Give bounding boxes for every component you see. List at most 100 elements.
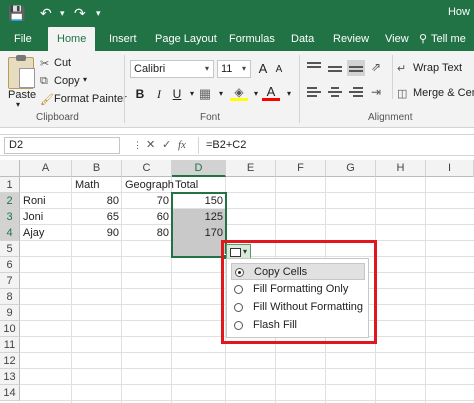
undo-dropdown-icon[interactable]: ▾ — [60, 4, 65, 22]
cell-b3[interactable]: 65 — [72, 209, 122, 225]
format-painter-button[interactable]: Format Painter — [54, 93, 127, 105]
top-align-icon[interactable] — [305, 60, 323, 76]
italic-button[interactable]: I — [150, 85, 168, 103]
save-icon[interactable]: 💾 — [8, 4, 25, 22]
cell-a3[interactable]: Joni — [20, 209, 46, 225]
align-right-icon[interactable] — [347, 85, 365, 101]
window-title: How — [447, 6, 470, 18]
formula-input[interactable]: =B2+C2 — [206, 137, 246, 154]
customize-qat-icon[interactable]: ▾ — [96, 4, 101, 22]
gridline — [20, 352, 474, 353]
copy-dropdown-icon[interactable]: ▾ — [83, 75, 87, 84]
column-header-g[interactable]: G — [326, 160, 376, 177]
cell-d1[interactable]: Total — [172, 177, 201, 193]
column-header-b[interactable]: B — [72, 160, 122, 177]
row-header-13[interactable]: 13 — [0, 369, 20, 385]
cell-c3[interactable]: 60 — [122, 209, 172, 225]
font-color-icon[interactable]: A — [262, 83, 280, 101]
font-color-dropdown-icon[interactable]: ▾ — [280, 85, 298, 103]
row-header-3[interactable]: 3 — [0, 209, 20, 225]
ribbon-divider — [124, 55, 125, 123]
tab-data[interactable]: Data — [291, 27, 314, 51]
bottom-align-icon[interactable] — [347, 60, 365, 76]
column-header-i[interactable]: I — [426, 160, 474, 177]
tab-page-layout[interactable]: Page Layout — [155, 27, 217, 51]
align-center-icon[interactable] — [326, 85, 344, 101]
tab-file[interactable]: File — [14, 27, 32, 51]
name-box[interactable]: D2 — [4, 137, 120, 154]
cell-a4[interactable]: Ajay — [20, 225, 47, 241]
copy-icon[interactable]: ⧉ — [40, 75, 48, 88]
font-size-select[interactable]: 11 ▾ — [217, 60, 251, 78]
gridline — [425, 177, 426, 403]
tab-insert[interactable]: Insert — [109, 27, 137, 51]
tab-formulas[interactable]: Formulas — [229, 27, 275, 51]
row-header-11[interactable]: 11 — [0, 337, 20, 353]
undo-icon[interactable]: ↶ — [40, 4, 52, 22]
cut-icon[interactable]: ✂ — [40, 57, 49, 70]
tab-tell-me[interactable]: Tell me — [431, 27, 466, 51]
shrink-font-icon[interactable]: A — [270, 61, 288, 79]
alignment-group-label: Alignment — [368, 112, 413, 123]
formula-bar: D2 ⋮ ✕ ✓ fx =B2+C2 — [0, 134, 474, 156]
font-group-label: Font — [200, 112, 221, 123]
merge-center-button[interactable]: Merge & Cent — [413, 87, 474, 99]
merge-center-icon[interactable]: ◫ — [397, 87, 407, 100]
column-header-c[interactable]: C — [122, 160, 172, 177]
wrap-text-icon[interactable]: ↵ — [397, 62, 406, 75]
cancel-icon[interactable]: ✕ — [146, 137, 155, 154]
row-header-10[interactable]: 10 — [0, 321, 20, 337]
column-header-f[interactable]: F — [276, 160, 326, 177]
font-name-select[interactable]: Calibri ▾ — [130, 60, 214, 78]
tab-home[interactable]: Home — [48, 27, 96, 51]
row-header-4[interactable]: 4 — [0, 225, 20, 241]
cell-c1[interactable]: Geograph — [122, 177, 177, 193]
format-painter-icon[interactable]: 🖌 — [40, 93, 54, 106]
cell-b1[interactable]: Math — [72, 177, 102, 193]
row-header-8[interactable]: 8 — [0, 289, 20, 305]
row-header-12[interactable]: 12 — [0, 353, 20, 369]
cell-a2[interactable]: Roni — [20, 193, 49, 209]
chevron-down-icon: ▾ — [241, 64, 246, 73]
row-header-7[interactable]: 7 — [0, 273, 20, 289]
row-header-5[interactable]: 5 — [0, 241, 20, 257]
gridline — [20, 400, 474, 401]
tab-view[interactable]: View — [385, 27, 409, 51]
indent-icon[interactable]: ⇥ — [371, 85, 381, 99]
column-header-d[interactable]: D — [172, 160, 226, 177]
tab-review[interactable]: Review — [333, 27, 369, 51]
orientation-icon[interactable]: ⇗ — [371, 60, 381, 74]
cell-c2[interactable]: 70 — [122, 193, 172, 209]
row-header-14[interactable]: 14 — [0, 385, 20, 401]
enter-icon[interactable]: ✓ — [162, 137, 171, 154]
cut-button[interactable]: Cut — [54, 57, 71, 69]
column-header-a[interactable]: A — [20, 160, 72, 177]
title-bar: 💾 ↶ ▾ ↷ ▾ How — [0, 0, 474, 27]
column-header-h[interactable]: H — [376, 160, 426, 177]
redo-icon[interactable]: ↷ — [74, 4, 86, 22]
fill-color-icon[interactable]: ◈ — [230, 83, 248, 101]
tell-me-icon[interactable]: ⚲ — [419, 27, 427, 51]
column-header-e[interactable]: E — [226, 160, 276, 177]
paste-icon[interactable] — [8, 55, 35, 89]
row-header-6[interactable]: 6 — [0, 257, 20, 273]
ribbon-tabs: File Home Insert Page Layout Formulas Da… — [0, 27, 474, 51]
insert-function-icon[interactable]: fx — [178, 137, 186, 154]
wrap-text-button[interactable]: Wrap Text — [413, 62, 462, 74]
cell-b2[interactable]: 80 — [72, 193, 122, 209]
row-header-1[interactable]: 1 — [0, 177, 20, 193]
middle-align-icon[interactable] — [326, 60, 344, 76]
bold-button[interactable]: B — [131, 85, 149, 103]
chevron-down-icon: ▾ — [204, 64, 209, 73]
cell-b4[interactable]: 90 — [72, 225, 122, 241]
copy-button[interactable]: Copy — [54, 75, 80, 87]
row-header-9[interactable]: 9 — [0, 305, 20, 321]
select-all-corner[interactable] — [0, 160, 20, 177]
align-left-icon[interactable] — [305, 85, 323, 101]
gridline — [20, 368, 474, 369]
row-header-2[interactable]: 2 — [0, 193, 20, 209]
borders-dropdown-icon[interactable]: ▾ — [212, 85, 230, 103]
cell-c4[interactable]: 80 — [122, 225, 172, 241]
paste-dropdown-icon[interactable]: ▾ — [16, 100, 20, 109]
paste-button[interactable]: Paste — [8, 89, 36, 101]
